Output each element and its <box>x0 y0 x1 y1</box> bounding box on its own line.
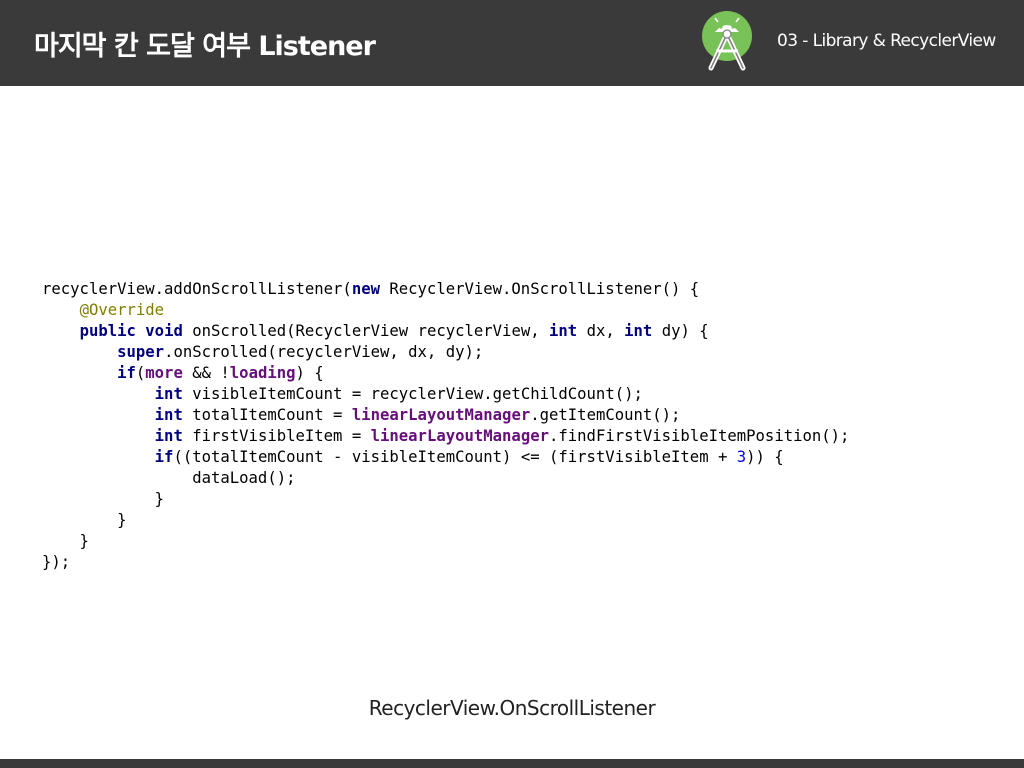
code-token: } <box>42 511 127 529</box>
slide-title: 마지막 칸 도달 여부 Listener <box>34 31 376 62</box>
code-token: firstVisibleItem = <box>182 427 371 445</box>
code-token: visibleItemCount = recyclerView.getChild… <box>182 385 643 403</box>
slide-header: 마지막 칸 도달 여부 Listener 03 - Library & Recy… <box>0 0 1024 86</box>
code-token: super <box>117 343 165 361</box>
code-token: more <box>145 364 183 382</box>
code-line: public void onScrolled(RecyclerView recy… <box>42 321 849 342</box>
code-token: .onScrolled(recyclerView, dx, dy); <box>164 343 484 361</box>
code-line: }); <box>42 552 849 573</box>
code-token: totalItemCount = <box>182 406 352 424</box>
code-line: int visibleItemCount = recyclerView.getC… <box>42 384 849 405</box>
slide-footer <box>0 759 1024 768</box>
code-token: onScrolled(RecyclerView recyclerView, <box>182 322 550 340</box>
code-token: int <box>154 385 183 403</box>
code-token: void <box>145 322 183 340</box>
code-token: ( <box>135 364 146 382</box>
code-line: int totalItemCount = linearLayoutManager… <box>42 405 849 426</box>
code-token: if <box>117 364 136 382</box>
code-token: linearLayoutManager <box>351 406 531 424</box>
code-token: && ! <box>182 364 230 382</box>
code-token: dataLoad(); <box>42 469 296 487</box>
code-token: linearLayoutManager <box>370 427 549 445</box>
code-token: 3 <box>736 448 747 466</box>
code-token: } <box>42 490 165 508</box>
android-studio-logo-icon <box>702 11 752 71</box>
code-line: } <box>42 510 849 531</box>
code-token: }); <box>42 553 71 571</box>
code-line: dataLoad(); <box>42 468 849 489</box>
code-token: int <box>154 406 183 424</box>
code-block: recyclerView.addOnScrollListener(new Rec… <box>42 279 849 573</box>
code-token: int <box>154 427 183 445</box>
code-token: int <box>549 322 578 340</box>
code-token: ) { <box>295 364 324 382</box>
code-line: if(more && !loading) { <box>42 363 849 384</box>
code-token: int <box>624 322 653 340</box>
code-token: .findFirstVisibleItemPosition(); <box>549 427 850 445</box>
code-token: dy) { <box>652 322 709 340</box>
code-line: } <box>42 531 849 552</box>
code-token: if <box>154 448 174 466</box>
code-token: dx, <box>577 322 625 340</box>
section-label: 03 - Library & RecyclerView <box>777 31 996 51</box>
code-line: } <box>42 489 849 510</box>
code-line: recyclerView.addOnScrollListener(new Rec… <box>42 279 849 300</box>
code-token: } <box>42 532 89 550</box>
code-line: @Override <box>42 300 849 321</box>
code-token: recyclerView.addOnScrollListener( <box>42 280 352 298</box>
code-line: super.onScrolled(recyclerView, dx, dy); <box>42 342 849 363</box>
code-line: if((totalItemCount - visibleItemCount) <… <box>42 447 849 468</box>
code-token: .getItemCount(); <box>530 406 681 424</box>
code-token: loading <box>229 364 296 382</box>
code-token: ((totalItemCount - visibleItemCount) <= … <box>173 448 737 466</box>
slide-caption: RecyclerView.OnScrollListener <box>368 696 656 720</box>
code-line: int firstVisibleItem = linearLayoutManag… <box>42 426 850 447</box>
code-token: @Override <box>79 301 165 319</box>
code-token: public <box>79 322 136 340</box>
code-token: RecyclerView.OnScrollListener() { <box>379 280 700 298</box>
code-token: )) { <box>746 448 784 466</box>
code-token: new <box>351 280 380 298</box>
